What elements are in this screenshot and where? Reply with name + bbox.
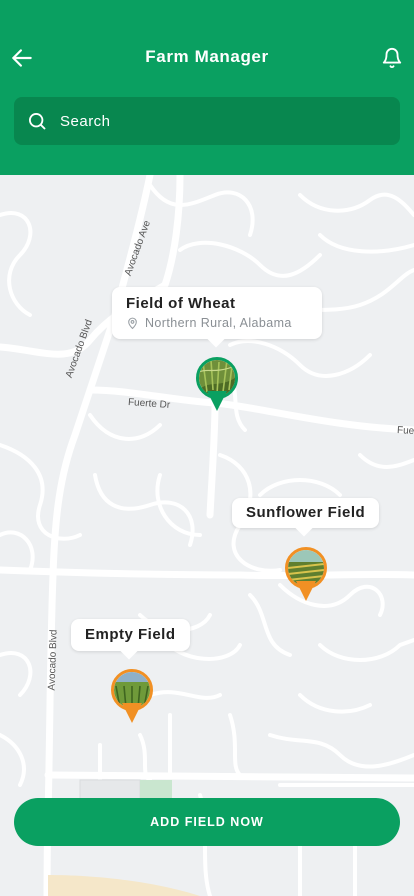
page-title: Farm Manager [145, 47, 269, 66]
app-screen: Farm Manager Search Avocado Ave Avocado … [0, 0, 414, 896]
field-name: Sunflower Field [246, 504, 366, 521]
field-callout-wheat[interactable]: Field of Wheat Northern Rural, Alabama [112, 287, 322, 339]
street-label: Avocado Blvd [46, 629, 60, 691]
field-callout-sunflower[interactable]: Sunflower Field [232, 498, 380, 528]
marker-pointer [207, 391, 227, 411]
field-marker-empty[interactable] [111, 669, 153, 725]
field-name: Empty Field [85, 626, 176, 643]
field-marker-sunflower[interactable] [285, 547, 327, 603]
field-location-text: Northern Rural, Alabama [145, 316, 292, 330]
street-label: Fue [396, 425, 414, 437]
marker-pointer [296, 581, 316, 601]
field-callout-empty[interactable]: Empty Field [71, 619, 190, 651]
field-name: Field of Wheat [126, 295, 236, 312]
add-field-button[interactable]: ADD FIELD NOW [14, 798, 400, 846]
search-icon [26, 110, 48, 132]
field-marker-wheat[interactable] [196, 357, 238, 413]
search-input[interactable] [58, 111, 400, 131]
marker-pointer [122, 703, 142, 723]
notifications-button[interactable] [376, 42, 408, 74]
field-location: Northern Rural, Alabama [126, 316, 322, 330]
road-network [0, 175, 414, 896]
header: Farm Manager [0, 0, 414, 175]
map-pin-icon [126, 316, 139, 330]
map-view[interactable]: Avocado Ave Avocado Blvd Fuerte Dr Fue A… [0, 175, 414, 896]
bell-icon [382, 48, 402, 69]
search-bar[interactable] [14, 97, 400, 145]
